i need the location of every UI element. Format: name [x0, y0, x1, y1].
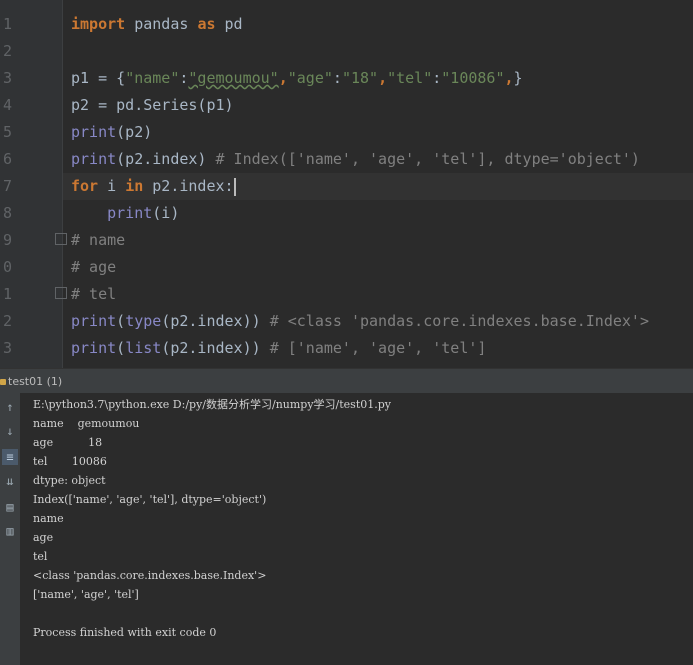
- code-token: list: [125, 339, 162, 357]
- code-token: in: [125, 177, 144, 195]
- python-run-icon: [0, 379, 6, 385]
- print-icon[interactable]: ▤: [2, 499, 18, 515]
- code-token: ,: [278, 69, 288, 87]
- soft-wrap-icon[interactable]: ≡: [2, 449, 18, 465]
- code-token: print: [71, 339, 117, 357]
- code-token: # tel: [71, 285, 117, 303]
- line-number: 2: [2, 42, 12, 60]
- text-caret: [233, 177, 236, 196]
- code-token: print: [71, 123, 117, 141]
- code-token: (: [116, 312, 126, 330]
- console-output-line: Index(['name', 'age', 'tel'], dtype='obj…: [33, 493, 267, 506]
- run-tab-label: test01 (1): [8, 375, 63, 388]
- code-line[interactable]: for i in p2.index:: [71, 173, 236, 200]
- code-token: (p2.index)): [161, 312, 270, 330]
- code-token: "10086": [441, 69, 505, 87]
- console-output-line: ['name', 'age', 'tel']: [33, 588, 139, 601]
- code-token: (p2.index)): [161, 339, 270, 357]
- line-number: 7: [2, 177, 12, 195]
- code-editor[interactable]: 1234567890123 import pandas as pd p1 = {"…: [0, 0, 693, 368]
- code-token: (p2.index): [116, 150, 216, 168]
- code-token: p2 = pd.Series(p1): [71, 96, 234, 114]
- code-line[interactable]: print(p2): [71, 119, 152, 146]
- line-number: 3: [2, 69, 12, 87]
- code-line[interactable]: # name: [71, 227, 125, 254]
- code-token: i: [98, 177, 126, 195]
- code-token: # age: [71, 258, 117, 276]
- code-token: print: [71, 312, 117, 330]
- code-token: print: [107, 204, 153, 222]
- console-output-line: name: [33, 512, 64, 525]
- code-token: :: [432, 69, 442, 87]
- code-line[interactable]: p1 = {"name":"gemoumou","age":"18","tel"…: [71, 65, 523, 92]
- code-token: ,: [378, 69, 388, 87]
- scroll-to-end-icon[interactable]: ⇊: [2, 473, 18, 489]
- console-output-line: E:\python3.7\python.exe D:/py/数据分析学习/num…: [33, 398, 391, 411]
- fold-marker-icon[interactable]: [55, 287, 67, 299]
- code-line[interactable]: print(p2.index) # Index(['name', 'age', …: [71, 146, 640, 173]
- console-output-line: age: [33, 531, 54, 544]
- run-toolbar: ↑ ↓ ≡ ⇊ ▤ ▥: [0, 393, 20, 665]
- code-token: # ['name', 'age', 'tel']: [269, 339, 487, 357]
- code-token: ,: [504, 69, 514, 87]
- code-token: (i): [152, 204, 180, 222]
- code-token: "name": [125, 69, 180, 87]
- code-line[interactable]: print(i): [71, 200, 179, 227]
- code-line[interactable]: print(list(p2.index)) # ['name', 'age', …: [71, 335, 486, 362]
- code-line[interactable]: print(type(p2.index)) # <class 'pandas.c…: [71, 308, 649, 335]
- arrow-down-icon[interactable]: ↓: [2, 423, 18, 439]
- line-number: 1: [2, 285, 12, 303]
- code-line[interactable]: # age: [71, 254, 116, 281]
- run-console[interactable]: E:\python3.7\python.exe D:/py/数据分析学习/num…: [20, 393, 693, 665]
- line-number: 1: [2, 15, 12, 33]
- code-line[interactable]: p2 = pd.Series(p1): [71, 92, 234, 119]
- line-number: 9: [2, 231, 12, 249]
- console-output-line: dtype: object: [33, 474, 106, 487]
- line-number: 6: [2, 150, 12, 168]
- line-number: 8: [2, 204, 12, 222]
- code-token: p2.index:: [143, 177, 234, 195]
- console-output-line: tel 10086: [33, 455, 107, 468]
- code-token: type: [125, 312, 162, 330]
- code-token: }: [513, 69, 523, 87]
- trash-icon[interactable]: ▥: [2, 523, 18, 539]
- fold-marker-icon[interactable]: [55, 233, 67, 245]
- code-token: "tel": [387, 69, 433, 87]
- code-token: as: [197, 15, 216, 33]
- code-token: "age": [287, 69, 333, 87]
- run-tab[interactable]: test01 (1): [0, 373, 62, 390]
- code-token: (p2): [116, 123, 153, 141]
- run-tool-window-header: test01 (1): [0, 368, 693, 393]
- code-token: :: [332, 69, 342, 87]
- line-number: 5: [2, 123, 12, 141]
- console-output-line: Process finished with exit code 0: [33, 626, 217, 639]
- code-token: for: [71, 177, 99, 195]
- code-token: # Index(['name', 'age', 'tel'], dtype='o…: [215, 150, 640, 168]
- code-token: pandas: [125, 15, 198, 33]
- line-number: 2: [2, 312, 12, 330]
- code-token: pd: [215, 15, 243, 33]
- code-token: # <class 'pandas.core.indexes.base.Index…: [269, 312, 649, 330]
- line-number: 4: [2, 96, 12, 114]
- line-number: 3: [2, 339, 12, 357]
- code-token: import: [71, 15, 126, 33]
- code-token: "gemoumou": [188, 69, 279, 87]
- code-token: p1 = {: [71, 69, 126, 87]
- arrow-up-icon[interactable]: ↑: [2, 399, 18, 415]
- line-number: 0: [2, 258, 12, 276]
- console-output-line: name gemoumou: [33, 417, 140, 430]
- code-token: (: [116, 339, 126, 357]
- console-output-line: tel: [33, 550, 48, 563]
- code-token: "18": [341, 69, 379, 87]
- code-token: print: [71, 150, 117, 168]
- console-output-line: <class 'pandas.core.indexes.base.Index'>: [33, 569, 267, 582]
- code-line[interactable]: # tel: [71, 281, 116, 308]
- code-token: # name: [71, 231, 126, 249]
- code-line[interactable]: import pandas as pd: [71, 11, 243, 38]
- console-output-line: age 18: [33, 436, 103, 449]
